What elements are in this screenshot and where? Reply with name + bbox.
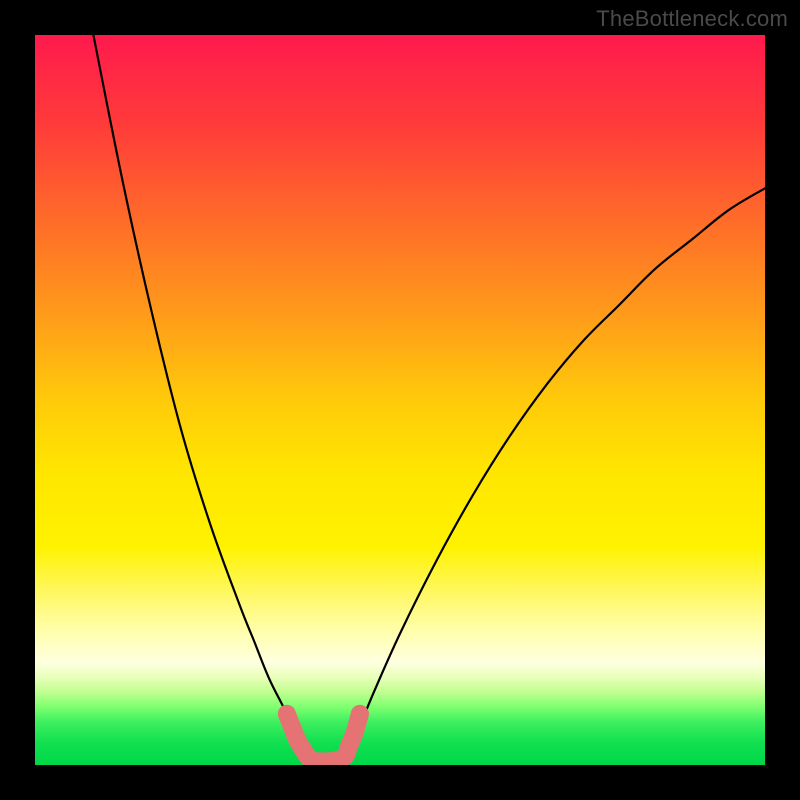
curves-svg bbox=[35, 35, 765, 765]
curve-right-curve bbox=[342, 188, 765, 765]
marker-layer bbox=[278, 705, 369, 765]
watermark-text: TheBottleneck.com bbox=[596, 6, 788, 32]
curve-layer bbox=[93, 35, 765, 765]
marker-dot bbox=[346, 723, 364, 741]
chart-frame: TheBottleneck.com bbox=[0, 0, 800, 800]
plot-area bbox=[35, 35, 765, 765]
marker-dot bbox=[351, 705, 369, 723]
curve-left-curve bbox=[93, 35, 312, 765]
